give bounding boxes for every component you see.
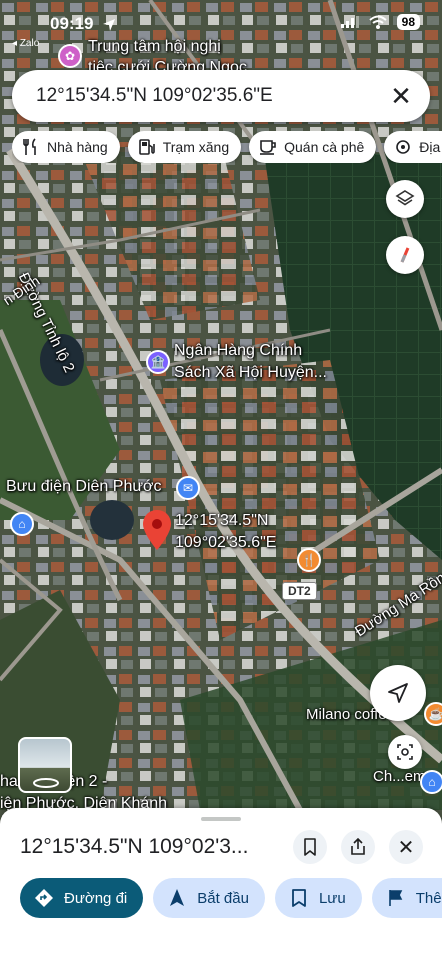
rotate-360-icon [33, 778, 59, 788]
chip-coffee[interactable]: Quán cà phê [249, 131, 377, 163]
clear-search-button[interactable]: ✕ [386, 81, 416, 111]
share-button[interactable] [341, 830, 375, 864]
navigation-arrow-icon [170, 889, 185, 906]
chip-gas-station[interactable]: Trạm xăng [127, 131, 242, 163]
save-bookmark-button[interactable] [293, 830, 327, 864]
sheet-drag-handle[interactable] [201, 817, 241, 821]
shop-icon[interactable]: ⌂ [420, 770, 442, 794]
lens-button[interactable] [388, 735, 422, 769]
bookmark-icon [292, 889, 306, 907]
layers-button[interactable] [386, 180, 424, 218]
status-bar: 09:19 ◂ Zalo 98 [0, 10, 442, 49]
add-label-button[interactable]: Thêm [371, 878, 442, 918]
pin-label-lng: 109°02'35.6"E [175, 534, 277, 551]
place-title: 12°15'34.5"N 109°02'3... [20, 835, 249, 858]
save-button[interactable]: Lưu [274, 878, 362, 918]
battery-indicator: 98 [396, 14, 420, 30]
save-label: Lưu [318, 889, 346, 907]
directions-button[interactable]: Đường đi [20, 878, 144, 918]
search-bar[interactable]: 12°15'34.5"N 109°02'35.6"E ✕ [12, 70, 430, 122]
bookmark-outline-icon [304, 838, 316, 856]
place-bottom-sheet[interactable]: 12°15'34.5"N 109°02'3... ✕ Đường đi Bắt … [0, 808, 442, 960]
compass-icon [400, 247, 410, 263]
pin-label-lat: 12°15'34.5"N [175, 512, 269, 529]
status-time: 09:19 [50, 14, 94, 33]
location-arrow-icon [103, 19, 115, 31]
start-button[interactable]: Bắt đầu [153, 878, 265, 918]
map-label-ch-em[interactable]: Ch...em [373, 768, 426, 785]
layers-icon [395, 190, 415, 206]
navigation-arrow-icon [388, 683, 408, 703]
chip-attractions[interactable]: Địa đ [384, 131, 442, 163]
action-row: Đường đi Bắt đầu Lưu Thêm [20, 878, 442, 918]
street-view-thumbnail[interactable] [18, 737, 72, 793]
location-pin-icon[interactable] [143, 510, 171, 550]
coffee-poi-icon[interactable]: ☕ [424, 702, 442, 726]
map-label-post-office[interactable]: Bưu điện Diên Phước [6, 478, 162, 496]
chip-label: Nhà hàng [47, 139, 108, 155]
event-venue-icon[interactable]: ✿ [58, 44, 82, 68]
status-notification-label: Zalo [19, 38, 40, 49]
map-label-bank[interactable]: Ngân Hàng Chính [174, 342, 302, 360]
chip-restaurant[interactable]: Nhà hàng [12, 131, 120, 163]
flag-icon [388, 890, 402, 906]
start-label: Bắt đầu [197, 889, 249, 907]
attraction-icon [396, 140, 411, 154]
compass-button[interactable] [386, 236, 424, 274]
directions-label: Đường đi [64, 889, 128, 907]
bank-icon[interactable]: 🏦 [146, 350, 170, 374]
map-label-bank-2[interactable]: Sách Xã Hội Huyện... [174, 364, 327, 382]
coffee-icon [260, 140, 276, 155]
my-location-button[interactable] [370, 665, 426, 721]
government-icon[interactable]: ⌂ [10, 512, 34, 536]
share-icon [351, 838, 365, 855]
chip-label: Quán cà phê [284, 139, 365, 155]
chip-label: Địa đ [419, 139, 442, 155]
add-label: Thêm [415, 889, 442, 907]
close-sheet-button[interactable]: ✕ [389, 830, 423, 864]
road-badge-dt2: DT2 [282, 582, 317, 600]
chip-label: Trạm xăng [162, 139, 230, 155]
map-label-venue[interactable]: Trung tâm hội nghị [88, 38, 221, 56]
category-chips: Nhà hàng Trạm xăng Quán cà phê Địa đ [12, 131, 442, 163]
signal-icon [340, 16, 359, 28]
camera-search-icon [397, 744, 413, 760]
gas-station-icon [138, 139, 155, 155]
wifi-icon [368, 15, 387, 29]
mail-icon[interactable]: ✉ [176, 476, 200, 500]
food-icon[interactable]: 🍴 [297, 548, 321, 572]
restaurant-icon [23, 138, 36, 155]
directions-icon [35, 889, 53, 907]
close-icon: ✕ [397, 836, 415, 859]
search-query[interactable]: 12°15'34.5"N 109°02'35.6"E [36, 85, 273, 107]
status-notification-app: ◂ Zalo [12, 38, 40, 49]
